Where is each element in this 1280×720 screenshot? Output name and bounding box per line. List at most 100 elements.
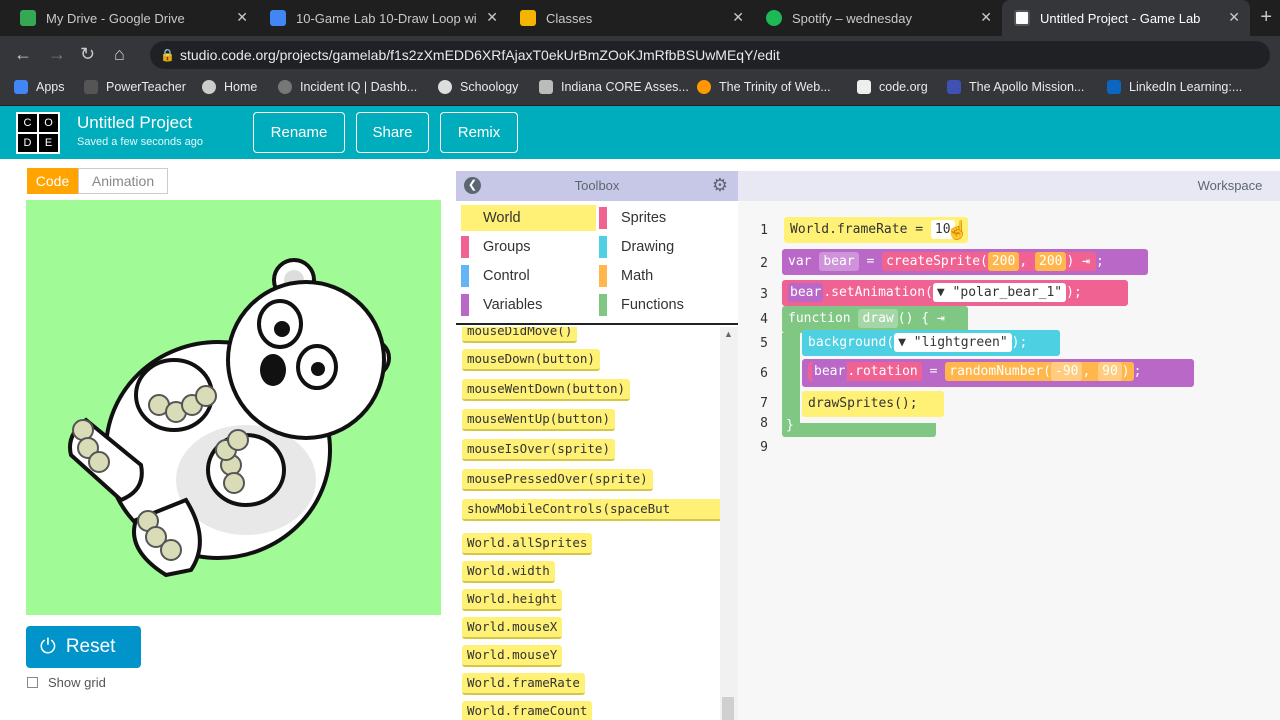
block-world-mouse-x[interactable]: World.mouseX	[462, 617, 563, 639]
block-mouse-down[interactable]: mouseDown(button)	[462, 349, 600, 371]
block-world-frame-rate[interactable]: World.frameRate	[462, 673, 585, 695]
code-token: ;	[1019, 335, 1028, 350]
block-mouse-is-over[interactable]: mouseIsOver(sprite)	[462, 439, 615, 461]
browser-tab-game-lab[interactable]: Untitled Project - Game Lab ✕	[1002, 0, 1250, 36]
variable-name[interactable]: bear	[812, 362, 848, 381]
gear-icon[interactable]: ⚙	[712, 175, 728, 196]
variable-name[interactable]: bear	[788, 283, 824, 302]
block-mouse-went-down[interactable]: mouseWentDown(button)	[462, 379, 631, 401]
expand-arrow-icon[interactable]: ⇥	[937, 311, 945, 326]
close-icon[interactable]: ✕	[980, 9, 992, 26]
show-grid-toggle[interactable]: Show grid	[26, 675, 106, 690]
block-mouse-did-move[interactable]: mouseDidMove()	[462, 327, 578, 343]
close-icon[interactable]: ✕	[732, 9, 744, 26]
code-token: background(	[808, 335, 895, 350]
reload-icon[interactable]: ↻	[80, 44, 95, 65]
new-tab-icon[interactable]: +	[1260, 6, 1272, 29]
create-sprite-call[interactable]: createSprite(200, 200) ⇥	[882, 252, 1096, 271]
category-drawing[interactable]: Drawing	[599, 234, 734, 260]
bookmark-indiana-core[interactable]: Indiana CORE Asses...	[539, 80, 689, 94]
home-icon[interactable]: ⌂	[114, 44, 125, 65]
reset-button[interactable]: ⏻ Reset	[26, 626, 141, 668]
game-canvas[interactable]	[26, 200, 441, 615]
number-slot[interactable]: 90	[1098, 362, 1122, 381]
sprite-property[interactable]: bear .rotation	[808, 362, 922, 381]
bookmark-schoology[interactable]: Schoology	[438, 80, 518, 94]
toolbox-header: ❮ Toolbox ⚙	[456, 171, 738, 201]
number-slot[interactable]: 200	[987, 252, 1020, 271]
animation-mode-tab[interactable]: Animation	[78, 168, 168, 194]
bookmark-powerteacher[interactable]: PowerTeacher	[84, 80, 186, 94]
category-functions[interactable]: Functions	[599, 292, 734, 318]
remix-button[interactable]: Remix	[440, 112, 518, 153]
variable-name[interactable]: bear	[819, 252, 859, 271]
animation-dropdown[interactable]: ▼ "polar_bear_1"	[932, 283, 1067, 302]
browser-tab-google-drive[interactable]: My Drive - Google Drive ✕	[8, 0, 258, 36]
hand-cursor-icon: ☝	[946, 220, 969, 240]
category-sprites[interactable]: Sprites	[599, 205, 734, 231]
forward-arrow-icon[interactable]: →	[48, 44, 66, 65]
code-workspace[interactable]: 1 2 3 4 5 6 7 8 9 World.frameRate = 10; …	[738, 201, 1280, 720]
bookmark-apps[interactable]: Apps	[14, 80, 65, 94]
function-draw-block[interactable]: function draw() { ⇥	[782, 306, 968, 333]
block-mouse-pressed-over[interactable]: mousePressedOver(sprite)	[462, 469, 653, 491]
code-org-logo[interactable]: C O D E	[16, 112, 60, 154]
address-bar[interactable]: 🔒 studio.code.org/projects/gamelab/f1s2z…	[150, 41, 1270, 69]
category-variables[interactable]: Variables	[461, 292, 596, 318]
bookmark-apollo-mission[interactable]: The Apollo Mission...	[947, 80, 1084, 94]
show-grid-checkbox[interactable]	[27, 677, 38, 688]
category-color-swatch	[599, 207, 607, 229]
block-world-all-sprites[interactable]: World.allSprites	[462, 533, 593, 555]
code-block-var-bear[interactable]: var bear = createSprite(200, 200) ⇥;	[782, 249, 1148, 275]
bookmark-trinity-of-web[interactable]: The Trinity of Web...	[697, 80, 831, 94]
function-name[interactable]: draw	[858, 309, 898, 328]
back-arrow-icon[interactable]: ←	[14, 44, 32, 65]
block-mouse-went-up[interactable]: mouseWentUp(button)	[462, 409, 615, 431]
number-slot[interactable]: -90	[1051, 362, 1083, 381]
toolbox-scrollbar[interactable]: ▲	[720, 327, 738, 720]
browser-tab-game-lab-doc[interactable]: 10-Game Lab 10-Draw Loop with ✕	[258, 0, 508, 36]
color-dropdown[interactable]: ▼ "lightgreen"	[894, 333, 1012, 352]
category-label: Math	[621, 268, 654, 284]
browser-tab-classes[interactable]: Classes ✕	[508, 0, 754, 36]
close-icon[interactable]: ✕	[236, 9, 248, 26]
bookmark-code-org[interactable]: code.org	[857, 80, 928, 94]
category-control[interactable]: Control	[461, 263, 596, 289]
code-block-background[interactable]: background(▼ "lightgreen");	[802, 330, 1060, 356]
lock-icon: 🔒	[160, 48, 175, 62]
tab-title: 10-Game Lab 10-Draw Loop with	[296, 10, 476, 26]
code-block-draw-sprites[interactable]: drawSprites();	[802, 391, 944, 417]
block-world-mouse-y[interactable]: World.mouseY	[462, 645, 563, 667]
scrollbar-thumb[interactable]	[722, 697, 734, 720]
close-icon[interactable]: ✕	[1228, 9, 1240, 26]
code-mode-tab[interactable]: Code	[27, 168, 78, 194]
code-block-rotation-assignment[interactable]: bear .rotation = randomNumber(-90, 90);	[802, 359, 1194, 387]
block-world-height[interactable]: World.height	[462, 589, 563, 611]
block-world-frame-count[interactable]: World.frameCount	[462, 701, 593, 720]
expand-arrow-icon[interactable]: ⇥	[1082, 254, 1090, 269]
bookmark-linkedin-learning[interactable]: LinkedIn Learning:...	[1107, 80, 1242, 94]
code-token: ;	[909, 396, 918, 411]
block-world-width[interactable]: World.width	[462, 561, 555, 583]
rename-button[interactable]: Rename	[253, 112, 345, 153]
scroll-up-arrow-icon[interactable]: ▲	[724, 329, 733, 339]
category-color-swatch	[599, 236, 607, 258]
function-footer: }	[782, 418, 936, 437]
category-world[interactable]: World	[461, 205, 596, 231]
show-grid-label: Show grid	[48, 675, 106, 690]
random-number-call[interactable]: randomNumber(-90, 90)	[945, 362, 1134, 381]
browser-tab-spotify[interactable]: Spotify – wednesday ✕	[754, 0, 1002, 36]
number-slot[interactable]: 200	[1035, 252, 1067, 271]
bookmark-incident-iq[interactable]: Incident IQ | Dashb...	[278, 80, 417, 94]
nasa-icon	[947, 80, 961, 94]
bookmark-home[interactable]: Home	[202, 80, 257, 94]
code-block-frame-rate[interactable]: World.frameRate = 10;	[784, 217, 969, 243]
category-math[interactable]: Math	[599, 263, 734, 289]
close-icon[interactable]: ✕	[486, 9, 498, 26]
bookmark-label: Schoology	[460, 80, 519, 94]
share-button[interactable]: Share	[356, 112, 429, 153]
app-header: C O D E Untitled Project Saved a few sec…	[0, 106, 1280, 159]
category-groups[interactable]: Groups	[461, 234, 596, 260]
code-block-set-animation[interactable]: bear .setAnimation(▼ "polar_bear_1");	[782, 280, 1128, 306]
block-show-mobile-controls[interactable]: showMobileControls(spaceBut	[462, 499, 722, 521]
